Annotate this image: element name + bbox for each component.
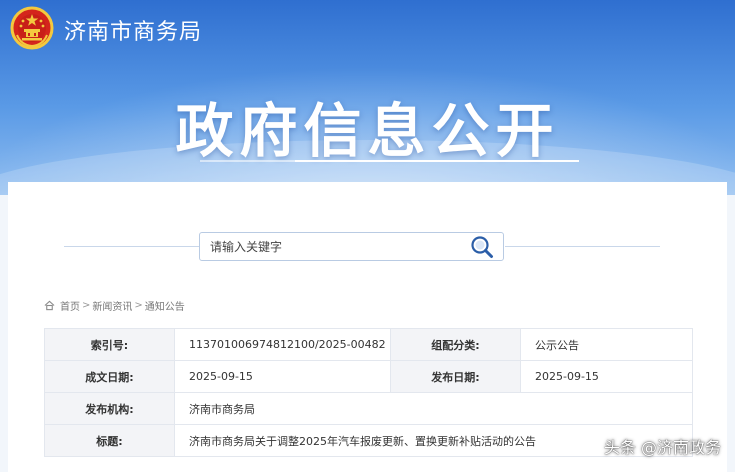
table-row: 标题: 济南市商务局关于调整2025年汽车报废更新、置换更新补贴活动的公告: [44, 424, 693, 457]
breadcrumb: 首页 > 新闻资讯 > 通知公告: [44, 298, 185, 313]
breadcrumb-news[interactable]: 新闻资讯: [92, 298, 132, 313]
publish-date-value: 2025-09-15: [520, 360, 693, 393]
watermark: 头条 @济南政务: [603, 438, 721, 457]
search-divider-left: [64, 246, 204, 247]
table-row: 发布机构: 济南市商务局: [44, 392, 693, 425]
search-box: [199, 232, 504, 261]
publisher-label: 发布机构:: [44, 392, 175, 425]
search-divider-right: [505, 246, 660, 247]
written-date-value: 2025-09-15: [174, 360, 391, 393]
search-icon[interactable]: [469, 235, 495, 259]
title-underline-accent: [200, 160, 295, 162]
written-date-label: 成文日期:: [44, 360, 175, 393]
main-content-panel: 首页 > 新闻资讯 > 通知公告 索引号: 113701006974812100…: [8, 182, 727, 472]
index-number-label: 索引号:: [44, 328, 175, 361]
home-icon: [44, 300, 55, 311]
page-title: 政府信息公开: [175, 97, 560, 165]
breadcrumb-separator: >: [82, 300, 91, 311]
title-label: 标题:: [44, 424, 175, 457]
header-banner: 济南市商务局 政府信息公开: [0, 0, 735, 195]
site-name[interactable]: 济南市商务局: [64, 14, 202, 46]
table-row: 成文日期: 2025-09-15 发布日期: 2025-09-15: [44, 360, 693, 393]
category-label: 组配分类:: [390, 328, 521, 361]
title-underline: [295, 160, 579, 162]
index-number-value: 113701006974812100/2025-00482: [174, 328, 391, 361]
national-emblem-icon[interactable]: [9, 5, 55, 51]
publisher-value: 济南市商务局: [174, 392, 693, 425]
breadcrumb-notices[interactable]: 通知公告: [145, 298, 185, 313]
publish-date-label: 发布日期:: [390, 360, 521, 393]
breadcrumb-home[interactable]: 首页: [60, 298, 80, 313]
document-info-table: 索引号: 113701006974812100/2025-00482 组配分类:…: [44, 328, 693, 457]
search-input[interactable]: [210, 237, 460, 257]
breadcrumb-separator: >: [134, 300, 143, 311]
table-row: 索引号: 113701006974812100/2025-00482 组配分类:…: [44, 328, 693, 361]
category-value: 公示公告: [520, 328, 693, 361]
